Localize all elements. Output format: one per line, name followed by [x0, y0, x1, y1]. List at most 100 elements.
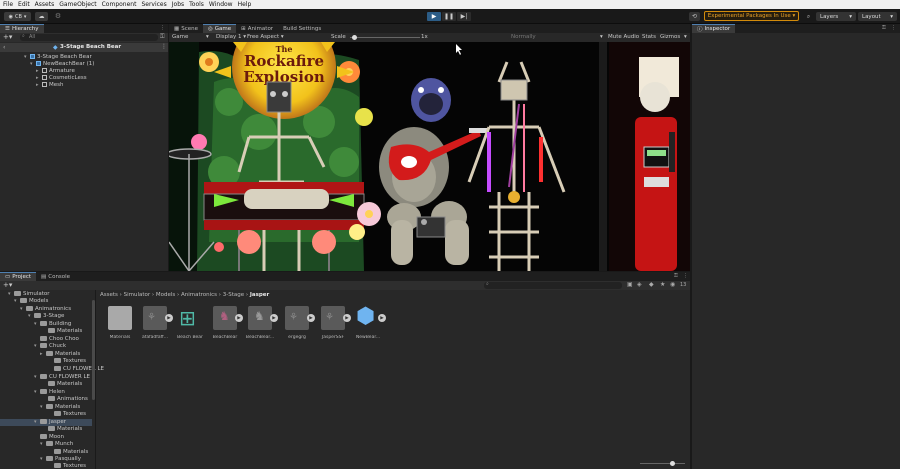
folder-row[interactable]: Materials: [48, 381, 82, 388]
folder-row[interactable]: ▾ CU FLOWER LE: [34, 374, 90, 381]
menu-window[interactable]: Window: [209, 1, 233, 8]
tree-row[interactable]: ▾ NewBeachBear (1): [30, 61, 94, 68]
project-more-icon[interactable]: ⋮: [683, 273, 688, 279]
hierarchy-more-icon[interactable]: ⋮: [160, 25, 165, 31]
visibility-icon[interactable]: ◉: [670, 281, 675, 288]
asset-item[interactable]: ⚘ ▶ ergegrg: [280, 306, 315, 340]
menu-gameobject[interactable]: GameObject: [59, 1, 96, 8]
lock-icon[interactable]: ⚿: [160, 33, 165, 41]
scale-slider[interactable]: [350, 35, 420, 40]
project-search-input[interactable]: ⌕: [484, 281, 622, 289]
menu-services[interactable]: Services: [141, 1, 166, 8]
tree-row[interactable]: ▾ 3-Stage Beach Bear: [24, 54, 92, 61]
play-preview-icon[interactable]: ▶: [165, 314, 173, 322]
aspect-dropdown[interactable]: Free Aspect ▾: [247, 34, 284, 40]
folder-row[interactable]: CU FLOWER LE: [54, 366, 104, 373]
tab-hierarchy[interactable]: ☰ Hierarchy: [0, 24, 44, 33]
undo-history-icon[interactable]: ⟲: [689, 12, 700, 21]
account-dropdown[interactable]: ◉ CB ▾: [4, 12, 31, 21]
mute-audio-toggle[interactable]: Mute Audio: [608, 34, 639, 40]
play-preview-icon[interactable]: ▶: [270, 314, 278, 322]
star-icon[interactable]: ★: [660, 281, 665, 288]
breadcrumb-item[interactable]: Models: [156, 292, 175, 298]
scale-slider-handle[interactable]: [351, 35, 357, 40]
folder-row[interactable]: Materials: [48, 426, 82, 433]
menu-help[interactable]: Help: [238, 1, 252, 8]
folder-row[interactable]: Materials: [48, 328, 82, 335]
folder-row-selected[interactable]: ▾ Jasper: [0, 419, 92, 426]
breadcrumb-item[interactable]: Assets: [100, 292, 118, 298]
search-icon[interactable]: ⌕: [803, 12, 814, 21]
play-preview-icon[interactable]: ▶: [307, 314, 315, 322]
folder-row[interactable]: Animations: [48, 396, 88, 403]
layout-dropdown[interactable]: Layout ▾: [858, 12, 897, 21]
folder-row[interactable]: ▾ 3-Stage: [28, 313, 64, 320]
tab-game[interactable]: ◎ Game: [202, 24, 237, 33]
menu-file[interactable]: File: [3, 1, 13, 8]
play-focused-dropdown[interactable]: Normally: [511, 34, 536, 40]
folder-row[interactable]: Textures: [54, 463, 86, 469]
tab-inspector[interactable]: ⓘ Inspector: [692, 24, 736, 33]
filter-type-icon[interactable]: ▣: [627, 281, 633, 288]
asset-zoom-slider[interactable]: [640, 461, 685, 466]
breadcrumb-item[interactable]: 3-Stage: [223, 292, 244, 298]
tab-scene[interactable]: ▦ Scene: [169, 24, 203, 33]
asset-item[interactable]: ⚘ ▶ JasperSSF: [316, 306, 351, 340]
breadcrumb-item[interactable]: Simulator: [124, 292, 151, 298]
folder-row[interactable]: ▾ Materials: [40, 404, 80, 411]
tab-console[interactable]: ▤ Console: [36, 272, 75, 281]
asset-item[interactable]: ♞ ▶ BeachBear: [208, 306, 243, 340]
tab-project[interactable]: ▭ Project: [0, 272, 37, 281]
add-icon[interactable]: +▾: [3, 281, 12, 289]
folder-row[interactable]: ▾ Chuck: [34, 343, 66, 350]
asset-item[interactable]: ⚘ ▶ afafadfaff...: [138, 306, 173, 340]
tag-icon[interactable]: ◆: [649, 281, 654, 288]
folder-tree-scrollbar[interactable]: [92, 300, 95, 400]
scene-header[interactable]: ‹ ◆ 3-Stage Beach Bear ⋮: [0, 43, 168, 52]
tree-row[interactable]: ▸ Armature: [36, 68, 75, 75]
back-icon[interactable]: ‹: [3, 44, 5, 51]
add-icon[interactable]: +▾: [3, 33, 12, 41]
play-preview-icon[interactable]: ▶: [378, 314, 386, 322]
folder-row[interactable]: ▾ Simulator: [8, 291, 50, 298]
breadcrumb-item[interactable]: Animatronics: [181, 292, 217, 298]
menu-component[interactable]: Component: [102, 1, 137, 8]
inspector-more-icon[interactable]: ⋮: [891, 25, 896, 31]
folder-row[interactable]: Textures: [54, 411, 86, 418]
play-preview-icon[interactable]: ▶: [343, 314, 351, 322]
asset-zoom-handle[interactable]: [670, 461, 675, 466]
pause-button[interactable]: ❚❚: [442, 12, 456, 21]
folder-row[interactable]: Choo Choo: [40, 336, 79, 343]
folder-row[interactable]: Materials: [54, 449, 88, 456]
menu-edit[interactable]: Edit: [18, 1, 30, 8]
menu-tools[interactable]: Tools: [189, 1, 204, 8]
filter-label-icon[interactable]: ◈: [637, 281, 642, 288]
layers-dropdown[interactable]: Layers ▾: [816, 12, 856, 21]
gizmos-chevron-icon[interactable]: ▾: [684, 34, 687, 40]
folder-row[interactable]: Moon: [40, 434, 64, 441]
breadcrumb-item-current[interactable]: Jasper: [250, 292, 269, 298]
play-button[interactable]: ▶: [427, 12, 441, 21]
folder-row[interactable]: ▾ Helen: [34, 389, 65, 396]
folder-row[interactable]: ▾ Animatronics: [20, 306, 71, 313]
hierarchy-search-input[interactable]: ⌕ All: [20, 33, 158, 41]
tree-row[interactable]: ▸ Mesh: [36, 82, 63, 89]
menu-assets[interactable]: Assets: [35, 1, 55, 8]
game-mode-dropdown[interactable]: Game: [172, 34, 188, 40]
tab-animator[interactable]: ⊞ Animator: [236, 24, 278, 33]
folder-row[interactable]: Textures: [54, 358, 86, 365]
display-dropdown[interactable]: Display 1 ▾: [216, 34, 246, 40]
play-preview-icon[interactable]: ▶: [235, 314, 243, 322]
asset-item[interactable]: ⊞ Beach Bear: [173, 306, 207, 340]
stats-toggle[interactable]: Stats: [642, 34, 656, 40]
folder-row[interactable]: ▸ Materials: [40, 351, 80, 358]
folder-row[interactable]: ▾ Pasqually: [40, 456, 81, 463]
step-button[interactable]: ▶|: [457, 12, 471, 21]
project-lock-icon[interactable]: ⚿: [674, 273, 678, 279]
experimental-packages-badge[interactable]: Experimental Packages In Use ▾: [704, 11, 799, 21]
cloud-icon[interactable]: ☁: [35, 12, 48, 21]
folder-row[interactable]: ▾ Munch: [40, 441, 73, 448]
tree-row[interactable]: ▸ CosmeticLess: [36, 75, 87, 82]
folder-row[interactable]: ▾ Building: [34, 321, 71, 328]
tab-build-settings[interactable]: Build Settings: [278, 24, 326, 33]
